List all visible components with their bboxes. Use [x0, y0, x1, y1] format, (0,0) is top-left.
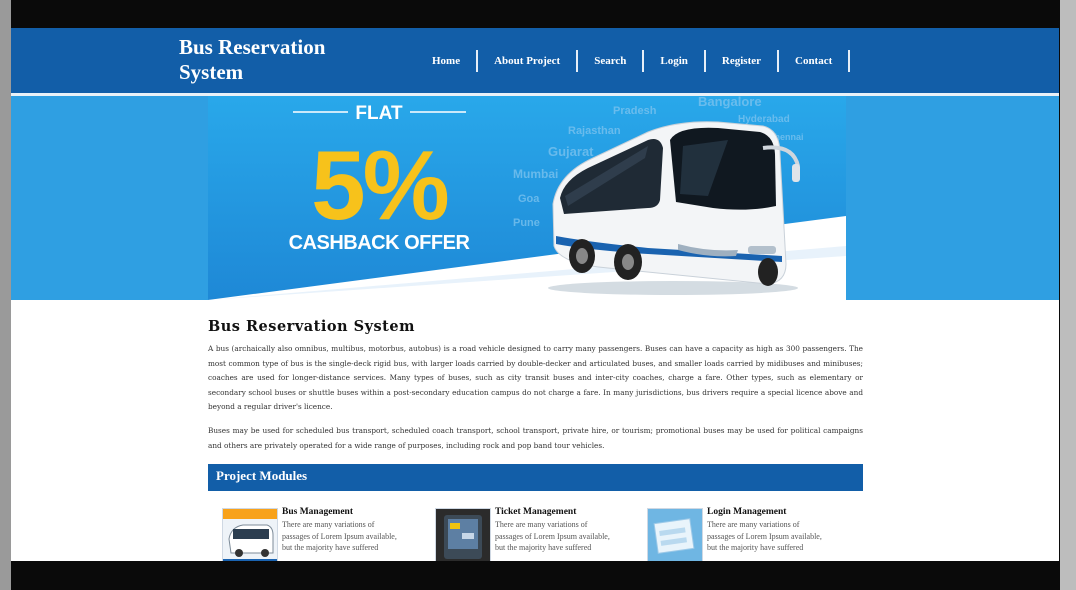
- banner-art: Bangalore Pradesh Rajasthan Gujarat Mumb…: [208, 96, 846, 300]
- project-modules-heading: Project Modules: [216, 468, 308, 483]
- browser-viewport: Bus Reservation System Home About Projec…: [11, 28, 1059, 561]
- city-hyderabad: Hyderabad: [738, 114, 790, 125]
- offer-flat: FLAT: [355, 103, 403, 124]
- module-desc-login: There are many variations of passages of…: [707, 520, 822, 552]
- main-nav: Home About Project Search Login Register…: [416, 49, 851, 73]
- module-card-bus[interactable]: Bus Management There are many variations…: [222, 507, 422, 561]
- nav-login[interactable]: Login: [644, 50, 706, 72]
- nav-search[interactable]: Search: [578, 50, 645, 72]
- nav-register[interactable]: Register: [706, 50, 779, 72]
- module-card-ticket[interactable]: Ticket Management There are many variati…: [435, 507, 635, 561]
- site-logo[interactable]: Bus Reservation System: [179, 35, 369, 85]
- city-gujarat: Gujarat: [548, 144, 594, 159]
- nav-about-project[interactable]: About Project: [478, 50, 579, 72]
- offer-cashback: CASHBACK OFFER: [289, 232, 471, 254]
- module-card-login[interactable]: Login Management There are many variatio…: [647, 507, 847, 561]
- city-pune: Pune: [513, 217, 540, 229]
- page-title: Bus Reservation System: [208, 318, 415, 335]
- site-header: Bus Reservation System Home About Projec…: [11, 28, 1059, 93]
- screen-bezel-left: [0, 0, 11, 590]
- nav-home[interactable]: Home: [416, 50, 479, 72]
- intro-section: Bus Reservation System A bus (archaicall…: [208, 318, 863, 453]
- module-title-ticket[interactable]: Ticket Management: [495, 507, 576, 517]
- nav-contact[interactable]: Contact: [779, 50, 851, 72]
- promo-banner[interactable]: Bangalore Pradesh Rajasthan Gujarat Mumb…: [208, 96, 846, 300]
- city-mumbai: Mumbai: [513, 167, 558, 181]
- module-desc-ticket: There are many variations of passages of…: [495, 520, 610, 552]
- bus-management-thumbnail: [222, 508, 278, 561]
- login-management-thumbnail: [647, 508, 703, 561]
- city-rajasthan: Rajasthan: [568, 125, 621, 137]
- city-pradesh: Pradesh: [613, 105, 657, 117]
- screen-bezel-right: [1060, 0, 1076, 590]
- module-title-bus[interactable]: Bus Management: [282, 507, 353, 517]
- ticket-management-thumbnail: [435, 508, 491, 561]
- module-title-login[interactable]: Login Management: [707, 507, 786, 517]
- module-desc-bus: There are many variations of passages of…: [282, 520, 397, 552]
- city-bangalore: Bangalore: [698, 96, 762, 109]
- intro-paragraph-1: A bus (archaically also omnibus, multibu…: [208, 344, 863, 412]
- intro-paragraph-2: Buses may be used for scheduled bus tran…: [208, 425, 863, 450]
- city-goa: Goa: [518, 193, 540, 205]
- project-modules-bar: Project Modules: [208, 464, 863, 491]
- offer-percent: 5%: [311, 130, 448, 240]
